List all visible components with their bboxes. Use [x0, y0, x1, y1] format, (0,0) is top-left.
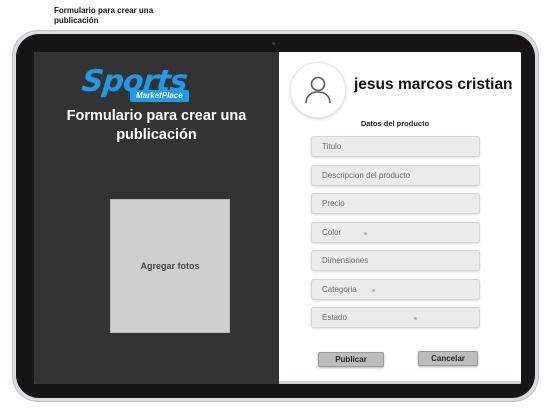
- device-bezel: Sports MarketPlace Formulario para crear…: [16, 34, 535, 398]
- price-field[interactable]: Precio: [311, 193, 480, 214]
- add-photos-label: Agregar fotos: [140, 261, 200, 271]
- state-select[interactable]: Estado: [311, 307, 480, 328]
- sports-marketplace-logo: Sports MarketPlace: [80, 64, 232, 106]
- dropdown-indicator-icon: [414, 317, 417, 320]
- price-field-placeholder: Precio: [322, 199, 345, 208]
- state-select-placeholder: Estado: [322, 313, 347, 322]
- description-field-placeholder: Descripcion del producto: [322, 171, 411, 180]
- logo-sub-text: MarketPlace: [130, 90, 189, 102]
- dimensions-field[interactable]: Dimensiones: [311, 250, 480, 271]
- section-title: Datos del producto: [360, 119, 430, 128]
- camera-icon: [272, 42, 275, 45]
- user-icon: [305, 76, 331, 104]
- right-panel: jesus marcos cristian Datos del producto…: [279, 52, 521, 384]
- publish-button[interactable]: Publicar: [318, 352, 384, 367]
- add-photos-button[interactable]: Agregar fotos: [110, 199, 230, 333]
- color-select[interactable]: Color: [311, 222, 480, 243]
- page-title: Formulario para crear una publicación: [66, 108, 247, 143]
- color-select-placeholder: Color: [322, 228, 342, 237]
- user-avatar-icon[interactable]: [290, 62, 346, 118]
- canvas: Formulario para crear una publicación Sp…: [0, 0, 551, 409]
- tablet-device: Sports MarketPlace Formulario para crear…: [12, 30, 539, 402]
- bottom-divider: [279, 381, 521, 384]
- cancel-button[interactable]: Cancelar: [418, 351, 478, 366]
- dimensions-field-placeholder: Dimensiones: [322, 256, 369, 265]
- title-field-placeholder: Titulo: [322, 142, 342, 151]
- dropdown-indicator-icon: [372, 289, 375, 292]
- frame-label: Formulario para crear una publicación: [54, 6, 154, 25]
- title-field[interactable]: Titulo: [311, 136, 480, 157]
- dropdown-indicator-icon: [364, 232, 367, 235]
- category-select[interactable]: Categoria: [311, 279, 480, 300]
- username: jesus marcos cristian: [354, 76, 513, 93]
- app-screen: Sports MarketPlace Formulario para crear…: [34, 52, 521, 384]
- category-select-placeholder: Categoria: [322, 285, 357, 294]
- left-panel: Sports MarketPlace Formulario para crear…: [34, 52, 279, 384]
- description-field[interactable]: Descripcion del producto: [311, 165, 480, 186]
